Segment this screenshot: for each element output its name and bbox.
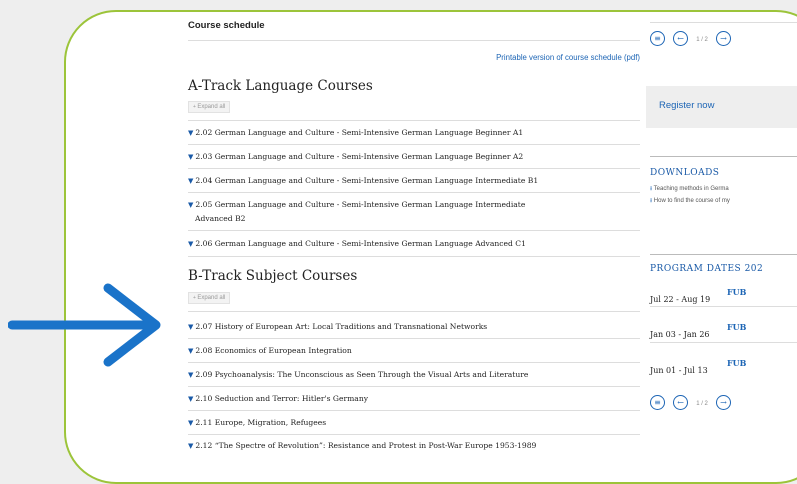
download-icon: ⭳: [650, 186, 653, 192]
register-now-link[interactable]: Register now: [659, 100, 714, 111]
course-item[interactable]: ▼ 2.09 Psychoanalysis: The Unconscious as…: [188, 368, 640, 382]
course-item[interactable]: ▼ 2.02 German Language and Culture - Semi…: [188, 126, 640, 140]
course-item[interactable]: ▼ 2.06 German Language and Culture - Semi…: [188, 237, 640, 251]
course-item[interactable]: ▼ 2.04 German Language and Culture - Semi…: [188, 174, 640, 188]
downloads-title: DOWNLOADS: [650, 168, 720, 178]
date-row[interactable]: Jan 03 - Jan 26 FUB: [650, 322, 797, 341]
course-item[interactable]: ▼ 2.07 History of European Art: Local Tra…: [188, 320, 640, 334]
date-row[interactable]: Jun 01 - Jul 13 FUB: [650, 358, 797, 377]
divider: [188, 40, 640, 41]
program-dates-title: PROGRAM DATES 202: [650, 264, 764, 274]
menu-icon[interactable]: ≡: [650, 395, 665, 410]
expand-triangle-icon: ▼: [188, 419, 194, 427]
course-item[interactable]: ▼ 2.12 “The Spectre of Revolution”: Resis…: [188, 439, 640, 453]
pager-label: 1 / 2: [696, 37, 708, 43]
course-item[interactable]: ▼ 2.03 German Language and Culture - Semi…: [188, 150, 640, 164]
arrow-right-icon[interactable]: →: [715, 31, 731, 46]
download-icon: ⭳: [650, 198, 653, 204]
download-link[interactable]: ⭳ Teaching methods in Germa: [650, 184, 729, 194]
section-a-title: A-Track Language Courses: [188, 78, 373, 94]
expand-triangle-icon: ▼: [188, 240, 194, 248]
arrow-right-icon[interactable]: →: [715, 395, 731, 410]
register-box[interactable]: Register now: [646, 86, 797, 128]
expand-triangle-icon: ▼: [188, 395, 194, 403]
download-link[interactable]: ⭳ How to find the course of my: [650, 196, 730, 206]
expand-triangle-icon: ▼: [188, 442, 194, 450]
menu-icon[interactable]: ≡: [650, 31, 665, 46]
date-row[interactable]: Jul 22 - Aug 19 FUB: [650, 287, 797, 306]
expand-triangle-icon: ▼: [188, 201, 194, 209]
course-item[interactable]: ▼ 2.08 Economics of European Integration: [188, 344, 640, 358]
expand-triangle-icon: ▼: [188, 347, 194, 355]
expand-triangle-icon: ▼: [188, 153, 194, 161]
expand-triangle-icon: ▼: [188, 323, 194, 331]
arrow-left-icon[interactable]: ←: [673, 31, 689, 46]
expand-triangle-icon: ▼: [188, 129, 194, 137]
expand-triangle-icon: ▼: [188, 177, 194, 185]
expand-all-button-a[interactable]: + Expand all: [188, 101, 231, 113]
pager-label: 1 / 2: [696, 401, 708, 407]
expand-triangle-icon: ▼: [188, 371, 194, 379]
page-title: Course schedule: [188, 20, 265, 31]
course-item[interactable]: ▼ 2.11 Europe, Migration, Refugees: [188, 416, 640, 430]
expand-all-button-b[interactable]: + Expand all: [188, 292, 231, 304]
course-item[interactable]: ▼ 2.05 German Language and Culture - Semi…: [188, 198, 640, 225]
arrow-left-icon[interactable]: ←: [673, 395, 689, 410]
pager-top: ≡ ← 1 / 2 →: [650, 26, 731, 46]
pager-bottom: ≡ ← 1 / 2 →: [650, 390, 731, 410]
course-item[interactable]: ▼ 2.10 Seduction and Terror: Hitler's Ger…: [188, 392, 640, 406]
annotation-arrow-icon: [8, 283, 161, 367]
section-b-title: B-Track Subject Courses: [188, 268, 358, 284]
printable-version-link[interactable]: Printable version of course schedule (pd…: [496, 53, 640, 62]
